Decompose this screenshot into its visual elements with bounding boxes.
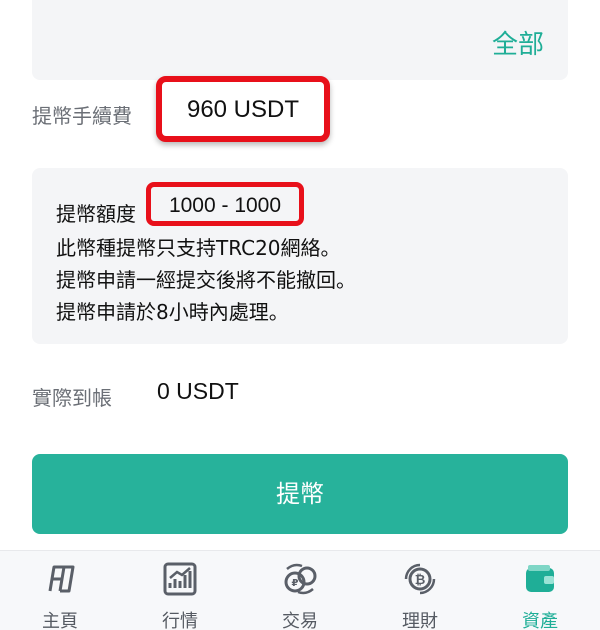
withdraw-submit-button[interactable]: 提幣: [32, 454, 568, 534]
processing-time-note: 提幣申請於8小時內處理。: [56, 300, 289, 324]
wallet-icon: [526, 565, 554, 592]
limit-label: 提幣額度: [56, 202, 136, 226]
nav-item-assets[interactable]: 資產: [480, 551, 600, 630]
bitcoin-finance-icon: ₿: [404, 563, 436, 595]
withdraw-info-box: 提幣額度 1000 - 1000 此幣種提幣只支持TRC20網絡。 提幣申請一經…: [32, 168, 568, 344]
nav-item-market[interactable]: 行情: [120, 551, 240, 630]
amount-input-box[interactable]: 全部: [32, 0, 568, 80]
nav-label-trade: 交易: [282, 611, 318, 630]
bottom-nav: 主頁 行情 ₽ 交易 ₿ 理財 資產: [0, 550, 600, 630]
nav-item-home[interactable]: 主頁: [0, 551, 120, 630]
home-logo-icon: [48, 565, 75, 593]
received-label: 實際到帳: [32, 386, 112, 410]
limit-value: 1000 - 1000: [168, 194, 282, 217]
nav-label-assets: 資產: [522, 611, 558, 630]
fee-value: 960 USDT: [186, 96, 300, 123]
network-note: 此幣種提幣只支持TRC20網絡。: [56, 236, 341, 260]
fee-highlight-box: 960 USDT: [156, 76, 330, 142]
chart-icon: [163, 562, 197, 596]
exchange-icon: ₽: [284, 563, 317, 595]
nav-item-trade[interactable]: ₽ 交易: [240, 551, 360, 630]
irrevocable-note: 提幣申請一經提交後將不能撤回。: [56, 268, 356, 292]
svg-text:₿: ₿: [415, 573, 426, 588]
received-value: 0 USDT: [157, 378, 239, 404]
all-amount-button[interactable]: 全部: [492, 24, 544, 61]
svg-text:₽: ₽: [292, 578, 299, 589]
limit-highlight-box: 1000 - 1000: [146, 182, 304, 226]
nav-label-home: 主頁: [42, 611, 78, 630]
nav-item-finance[interactable]: ₿ 理財: [360, 551, 480, 630]
nav-label-market: 行情: [162, 611, 198, 630]
withdraw-page: 全部 提幣手續費 960 USDT 提幣額度 1000 - 1000 此幣種提幣…: [0, 0, 600, 630]
nav-label-finance: 理財: [402, 611, 438, 630]
fee-label: 提幣手續費: [32, 104, 132, 128]
